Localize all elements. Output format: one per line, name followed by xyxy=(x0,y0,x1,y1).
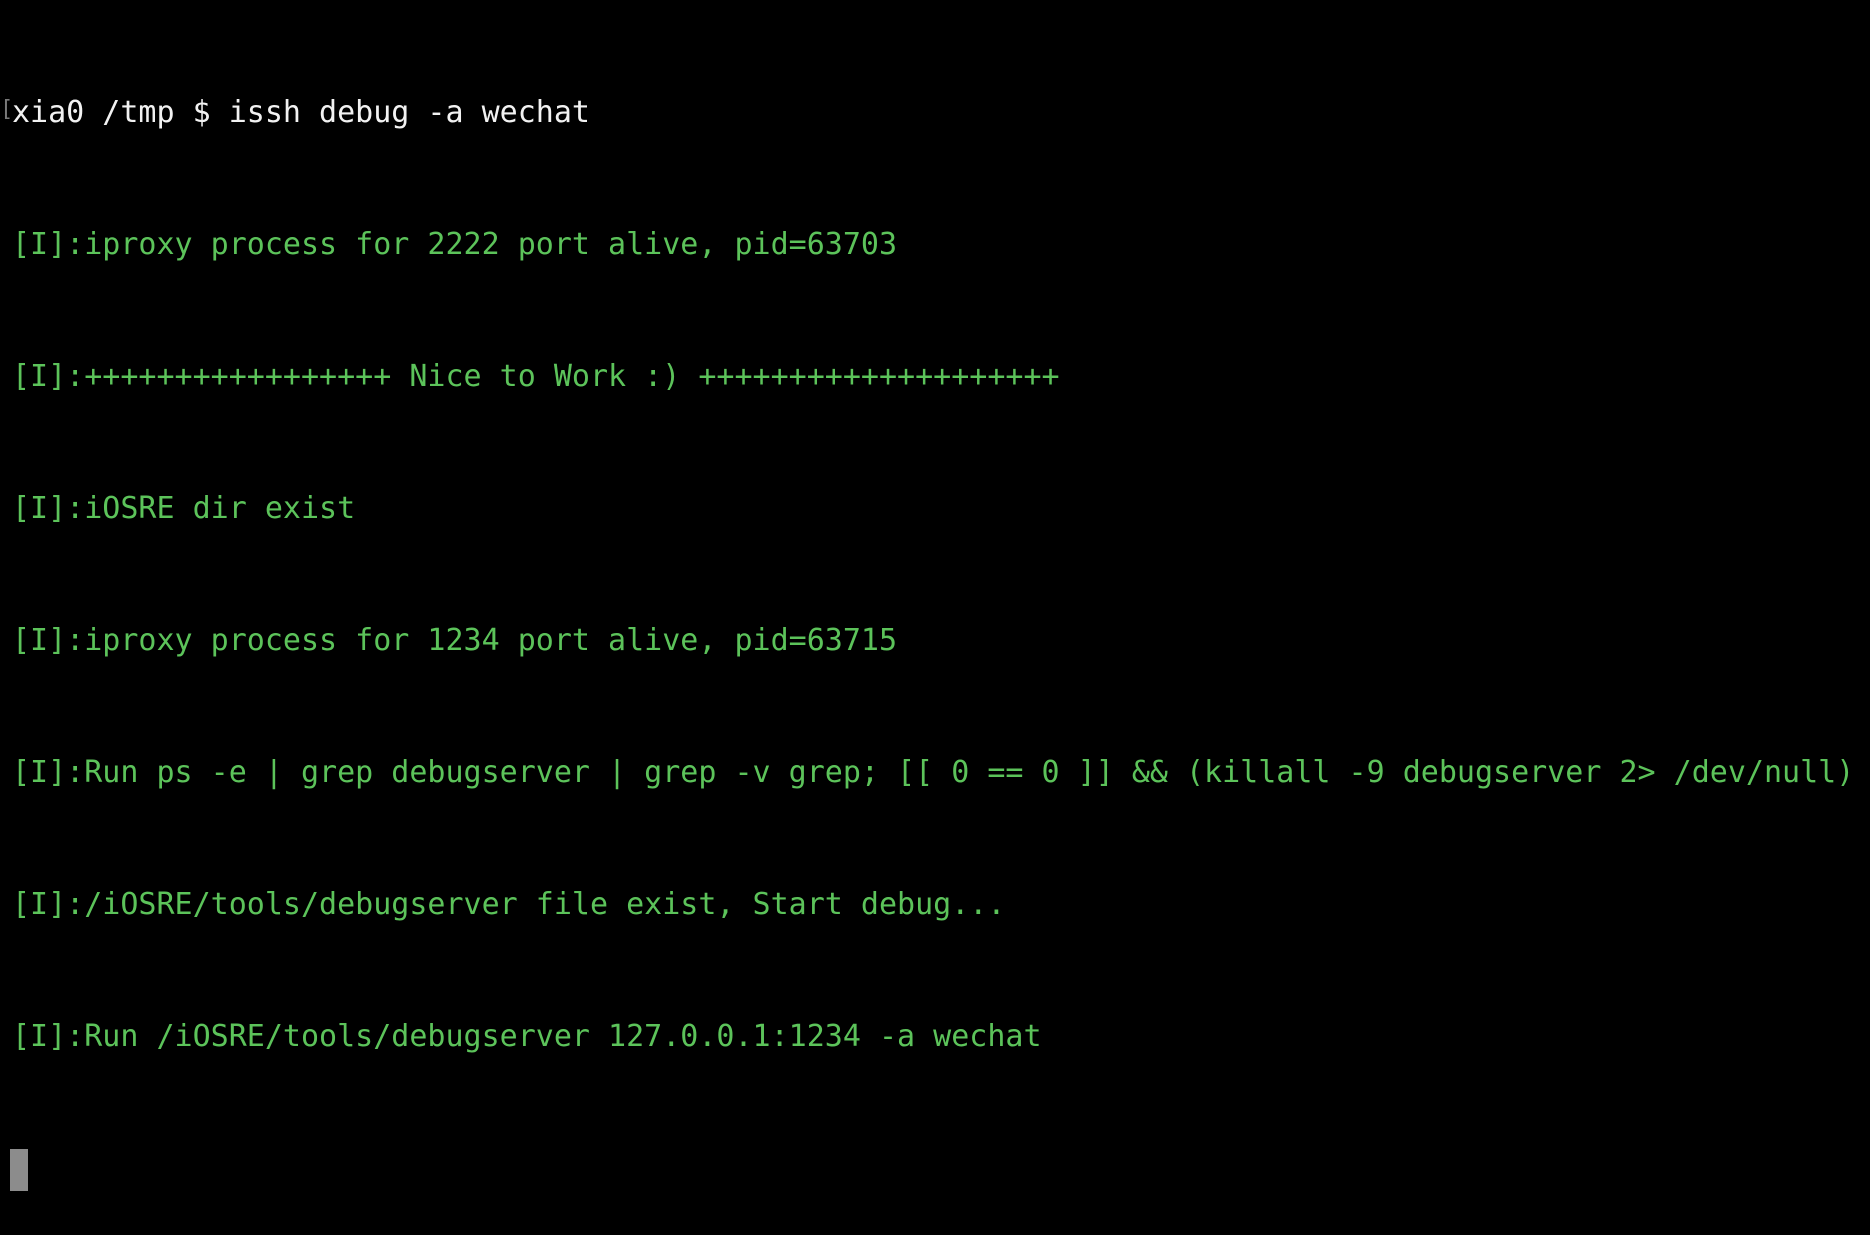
text-cursor xyxy=(10,1149,28,1191)
prompt-command: xia0 /tmp $ issh debug -a wechat xyxy=(12,95,590,130)
log-line: [I]:iOSRE dir exist xyxy=(12,491,356,526)
log-line: [I]:+++++++++++++++++ Nice to Work :) ++… xyxy=(12,359,1060,394)
log-line: [I]:iproxy process for 2222 port alive, … xyxy=(12,227,898,262)
log-line: [I]:/iOSRE/tools/debugserver file exist,… xyxy=(12,887,1006,922)
log-line: [I]:Run ps -e | grep debugserver | grep … xyxy=(12,755,1855,790)
cursor-line[interactable] xyxy=(0,1147,1870,1191)
prompt-line: [xia0 /tmp $ issh debug -a wechat xyxy=(0,91,1870,135)
terminal-window[interactable]: [xia0 /tmp $ issh debug -a wechat [I]:ip… xyxy=(0,0,1870,1191)
line-marker: [ xyxy=(0,97,12,121)
log-line: [I]:Run /iOSRE/tools/debugserver 127.0.0… xyxy=(12,1019,1042,1054)
log-line: [I]:iproxy process for 1234 port alive, … xyxy=(12,623,898,658)
